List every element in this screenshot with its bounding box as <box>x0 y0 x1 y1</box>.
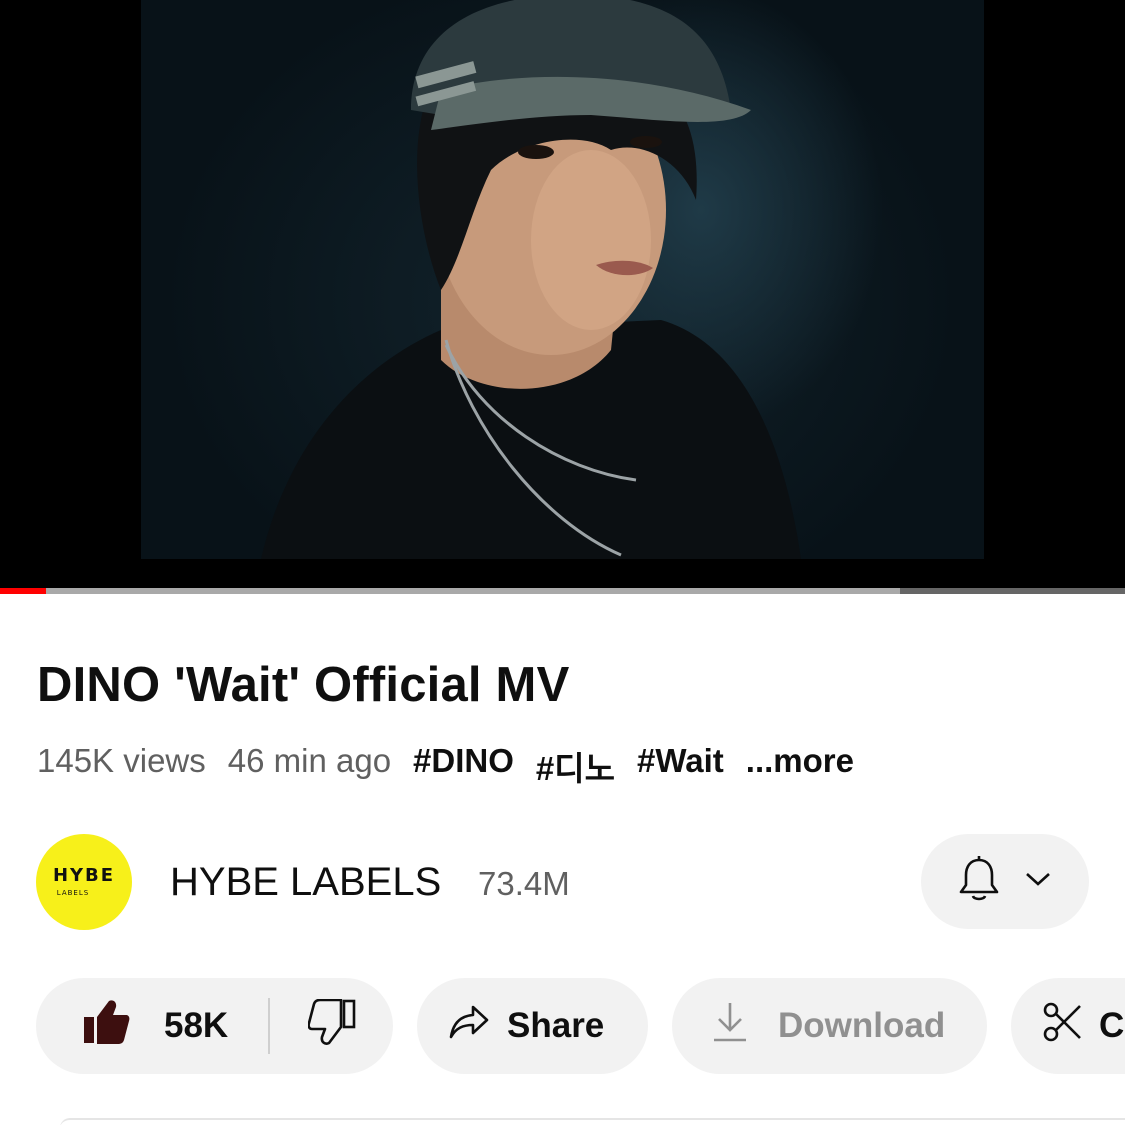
bell-icon <box>958 856 1000 907</box>
avatar-subtext: LABELS <box>56 889 90 897</box>
channel-avatar[interactable]: HYBE LABELS <box>36 834 132 930</box>
thumbs-down-icon <box>306 998 356 1054</box>
like-button[interactable]: 58K <box>36 999 268 1054</box>
like-count: 58K <box>164 1006 229 1045</box>
hashtag-link[interactable]: #Wait <box>637 742 724 790</box>
chevron-down-icon <box>1024 870 1052 893</box>
share-arrow-icon <box>449 1004 489 1049</box>
progress-bar[interactable] <box>0 588 1125 594</box>
video-title: DINO 'Wait' Official MV <box>37 658 570 712</box>
notifications-button[interactable] <box>921 834 1089 929</box>
dislike-button[interactable] <box>270 998 393 1054</box>
avatar-logo: HYBE <box>52 865 116 886</box>
download-button[interactable]: Download <box>672 978 987 1074</box>
upload-time: 46 min ago <box>227 742 392 779</box>
clip-button[interactable]: C <box>1011 978 1125 1074</box>
video-frame[interactable] <box>141 0 984 559</box>
hashtag-link[interactable]: #디노 <box>536 742 615 790</box>
download-label: Download <box>778 1006 946 1045</box>
hashtag-link[interactable]: #DINO <box>413 742 514 790</box>
more-button[interactable]: ...more <box>746 742 854 790</box>
share-button[interactable]: Share <box>417 978 648 1074</box>
youtube-watch-page: DINO 'Wait' Official MV 145K views 46 mi… <box>0 0 1125 1125</box>
share-label: Share <box>507 1006 605 1045</box>
thumbs-up-icon <box>82 999 130 1054</box>
subscriber-count: 73.4M <box>478 865 570 902</box>
like-dislike-group: 58K <box>36 978 393 1074</box>
view-count: 145K views <box>37 742 206 779</box>
scissors-icon <box>1043 1002 1083 1051</box>
comments-section-edge <box>60 1118 1125 1125</box>
clip-label: C <box>1099 1006 1125 1045</box>
progress-played <box>0 588 47 594</box>
video-player[interactable] <box>0 0 1125 594</box>
download-icon <box>712 1001 748 1052</box>
progress-buffered <box>0 588 900 594</box>
channel-name[interactable]: HYBE LABELS <box>170 860 441 905</box>
video-still-image <box>261 0 801 559</box>
video-meta[interactable]: 145K views 46 min ago #DINO #디노 #Wait ..… <box>37 742 854 790</box>
